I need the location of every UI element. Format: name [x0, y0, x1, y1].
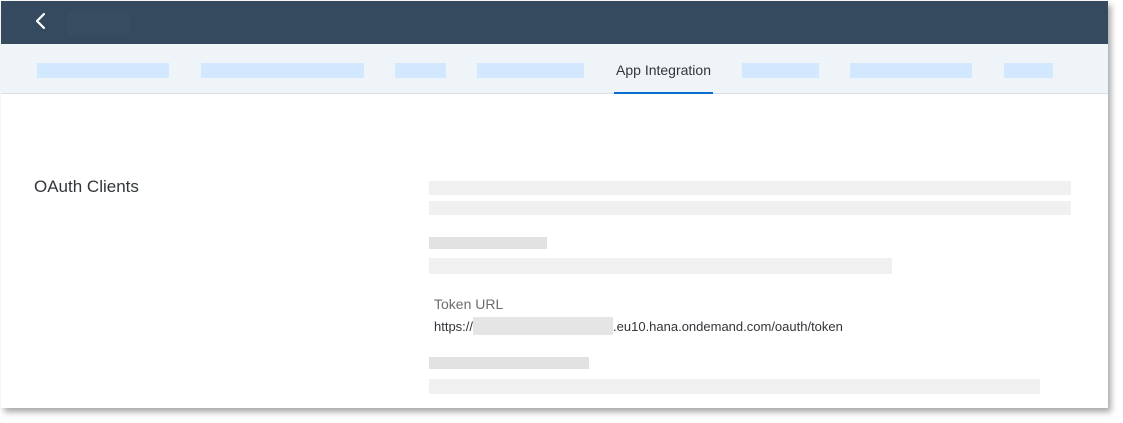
tab-6[interactable] [742, 63, 819, 78]
token-url-label: Token URL [434, 296, 504, 312]
app-window: App Integration OAuth Clients Token URL … [1, 1, 1108, 408]
tab-2[interactable] [201, 63, 364, 78]
tab-7[interactable] [850, 63, 972, 78]
redacted-field-label [429, 237, 547, 249]
tab-app-integration-label: App Integration [616, 62, 711, 78]
tab-app-integration[interactable]: App Integration [614, 44, 713, 94]
section-title: OAuth Clients [34, 177, 139, 196]
tab-8[interactable] [1004, 63, 1053, 78]
tab-3[interactable] [395, 63, 446, 78]
redacted-field-value [429, 379, 1040, 394]
active-tab-indicator [614, 92, 713, 94]
tab-4[interactable] [477, 63, 584, 78]
redacted-field-label [429, 357, 589, 369]
redacted-field-value [429, 258, 892, 274]
tab-1[interactable] [37, 63, 169, 78]
token-url-value: https:// .eu10.hana.ondemand.com/oauth/to… [434, 317, 843, 335]
tab-bar: App Integration [1, 44, 1108, 94]
back-button[interactable] [27, 9, 55, 37]
token-url-prefix: https:// [434, 318, 474, 334]
token-url-redacted-host [473, 317, 614, 335]
shell-bar [1, 1, 1108, 44]
app-title-redacted [67, 11, 129, 35]
redacted-text-line [429, 201, 1071, 215]
token-url-suffix: .eu10.hana.ondemand.com/oauth/token [613, 318, 843, 334]
chevron-left-icon [34, 12, 48, 35]
redacted-text-line [429, 181, 1071, 195]
